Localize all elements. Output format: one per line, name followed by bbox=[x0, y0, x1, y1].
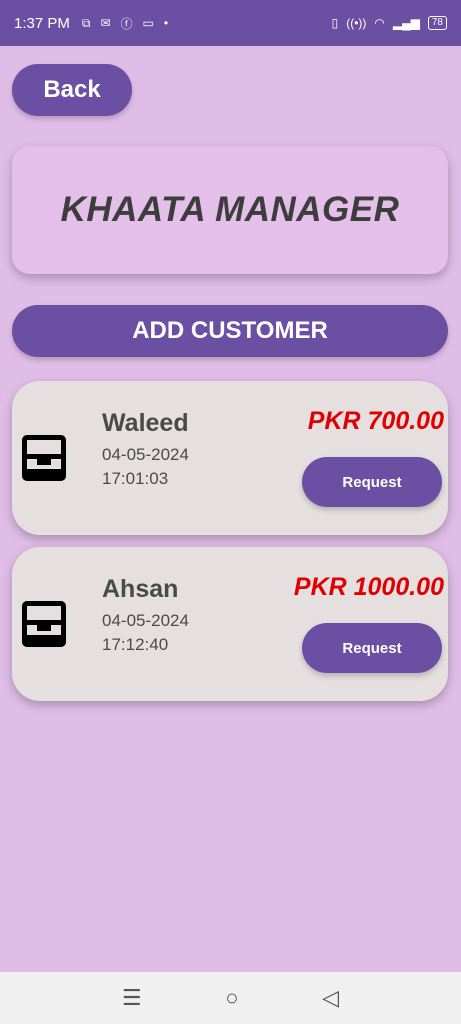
home-icon[interactable]: ○ bbox=[225, 985, 238, 1011]
hotspot-icon: ((•)) bbox=[346, 16, 367, 30]
title-card: KHAATA MANAGER bbox=[12, 146, 448, 274]
system-icons: ▯ ((•)) ◠ ▂▄▆ 78 bbox=[332, 16, 447, 30]
customer-name: Ahsan bbox=[102, 575, 179, 603]
wifi-icon: ◠ bbox=[374, 16, 385, 30]
customer-date: 04-05-2024 bbox=[102, 445, 189, 464]
menu-icon[interactable]: ☰ bbox=[122, 985, 142, 1011]
request-button[interactable]: Request bbox=[302, 457, 442, 507]
inbox-icon bbox=[22, 601, 66, 647]
customer-amount: PKR 1000.00 bbox=[293, 573, 444, 601]
customer-date: 04-05-2024 bbox=[102, 611, 189, 630]
inbox-icon bbox=[22, 435, 66, 481]
add-customer-button[interactable]: ADD CUSTOMER bbox=[12, 305, 448, 357]
customer-card[interactable]: Ahsan 04-05-2024 17:12:40 PKR 1000.00 Re… bbox=[12, 547, 448, 701]
customer-time: 17:01:03 bbox=[102, 469, 169, 488]
dot-icon: • bbox=[163, 16, 169, 30]
back-button[interactable]: Back bbox=[12, 64, 132, 116]
customer-amount: PKR 700.00 bbox=[307, 407, 444, 435]
status-bar: 1:37 PM ⧉ ✉ ⓕ ▭ • ▯ ((•)) ◠ ▂▄▆ 78 bbox=[0, 0, 461, 46]
notification-icons: ⧉ ✉ ⓕ ▭ • bbox=[82, 15, 168, 32]
battery-icon: 78 bbox=[427, 16, 447, 30]
page-title: KHAATA MANAGER bbox=[60, 190, 400, 229]
signal-icon: ▂▄▆ bbox=[392, 16, 420, 30]
message-icon: ▭ bbox=[142, 16, 154, 30]
request-button[interactable]: Request bbox=[302, 623, 442, 673]
facebook-icon: ⓕ bbox=[120, 16, 133, 31]
customer-card[interactable]: Waleed 04-05-2024 17:01:03 PKR 700.00 Re… bbox=[12, 381, 448, 535]
vibrate-icon: ▯ bbox=[331, 16, 339, 30]
back-nav-icon[interactable]: ◁ bbox=[322, 985, 339, 1011]
mail-icon: ✉ bbox=[100, 16, 111, 30]
game-icon: ⧉ bbox=[81, 15, 91, 30]
status-time: 1:37 PM bbox=[14, 14, 70, 32]
customer-name: Waleed bbox=[102, 409, 189, 437]
navigation-bar: ☰ ○ ◁ bbox=[0, 972, 461, 1024]
customer-time: 17:12:40 bbox=[102, 635, 169, 654]
